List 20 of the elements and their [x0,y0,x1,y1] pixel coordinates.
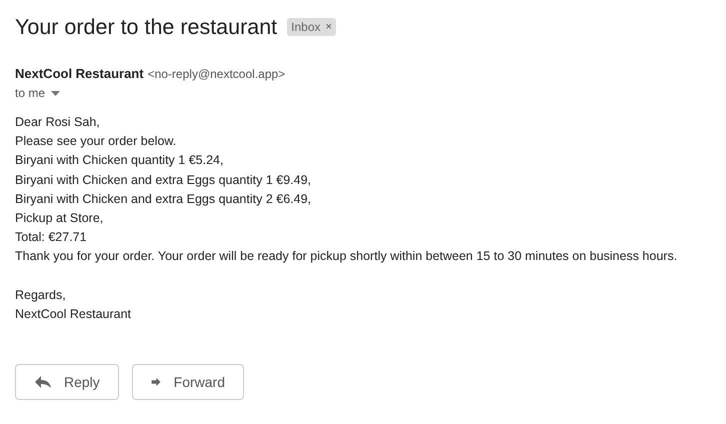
email-subject: Your order to the restaurant [15,14,278,41]
message-line: Pickup at Store, [15,210,104,228]
message-line: Biryani with Chicken and extra Eggs quantity 1 €9.49, [15,172,312,189]
recipient-text: to me [15,86,46,100]
reply-button[interactable]: Reply [15,364,119,400]
message-line: Total: €27.71 [15,229,88,246]
forward-button[interactable]: Forward [132,364,244,400]
message-line: Dear Rosi Sah, [15,114,101,131]
sender-email: <no-reply@nextcool.app> [148,67,286,81]
message-line: Thank you for your order. Your order will be ready for pickup shortly within between 15 to 30 minutes on business hours. [15,248,678,266]
dropdown-caret-icon[interactable] [51,90,60,96]
signature-line: NextCool Restaurant [15,306,132,323]
inbox-label: Inbox × [287,18,336,36]
signature-line: Regards, [15,286,67,304]
message-line: Biryani with Chicken and extra Eggs quantity 2 €6.49, [15,190,312,208]
remove-label-button[interactable]: × [326,21,332,33]
sender-name: NextCool Restaurant [15,66,144,81]
message-line: Biryani with Chicken quantity 1 €5.24, [15,152,224,170]
message-line: Please see your order below. [15,133,178,150]
reply-icon [34,375,52,390]
